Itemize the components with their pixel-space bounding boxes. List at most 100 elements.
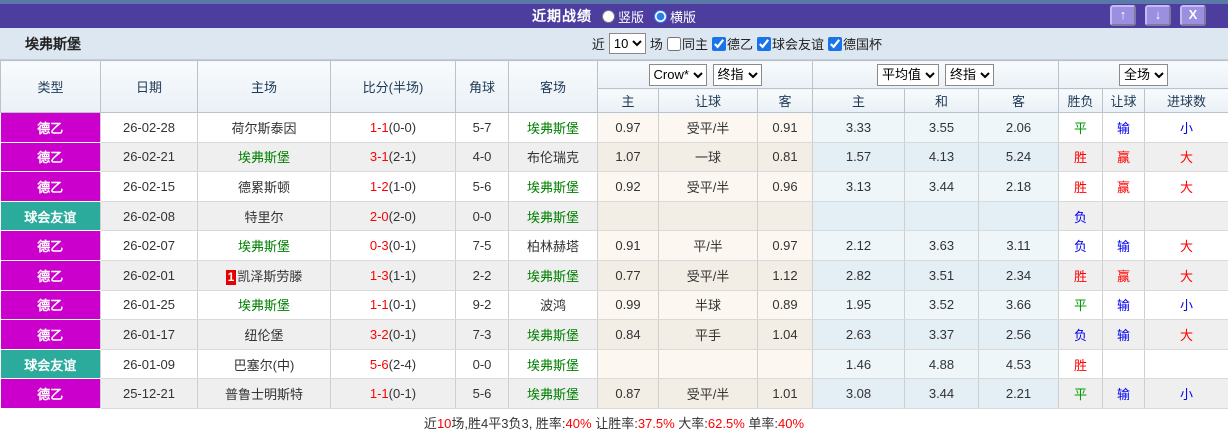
full-match-select[interactable]: 全场	[1119, 63, 1169, 86]
summary-value: 40%	[778, 415, 805, 431]
filter-league-checkbox[interactable]: 德乙	[711, 34, 753, 53]
crow-home-odds-cell	[597, 349, 659, 380]
away-team-name: 布伦瑞克	[526, 150, 579, 166]
summary-text: 单率:	[744, 415, 779, 431]
layout-vertical-label: 竖版	[617, 9, 644, 25]
away-team-cell: 埃弗斯堡	[508, 378, 598, 409]
home-team-name: 凯泽斯劳滕	[237, 268, 303, 284]
avg-home-odds-cell: 1.46	[812, 349, 905, 380]
date-cell: 26-02-21	[100, 142, 198, 173]
crow-home-odds-cell: 0.92	[597, 171, 659, 202]
move-up-button[interactable]: ↑	[1110, 5, 1136, 26]
layout-vertical-radio-input[interactable]	[601, 9, 615, 23]
match-type-badge: 德乙	[0, 142, 101, 173]
result-cell: 负	[1058, 319, 1104, 350]
result-cell: 负	[1058, 230, 1104, 261]
full-time-score: 3-1	[369, 149, 389, 165]
layout-horizontal-label: 横版	[670, 9, 697, 25]
match-type-badge: 德乙	[0, 260, 101, 291]
crow-handicap-cell: 受平/半	[658, 260, 758, 291]
match-count-select[interactable]: 10	[608, 33, 646, 54]
crow-away-odds-cell: 0.96	[757, 171, 813, 202]
crow-handicap-cell: 受平/半	[658, 171, 758, 202]
filter-same-home-checkbox[interactable]: 同主	[666, 34, 708, 53]
match-type-badge: 德乙	[0, 112, 101, 143]
full-time-score: 1-1	[369, 386, 389, 402]
filter-league-label: 德乙	[726, 37, 753, 52]
crow-handicap-cell	[658, 201, 758, 232]
layout-horizontal-radio[interactable]: 横版	[654, 7, 696, 26]
layout-vertical-radio[interactable]: 竖版	[601, 7, 644, 26]
layout-horizontal-radio-input[interactable]	[654, 9, 667, 23]
crow-away-odds-cell: 1.04	[757, 319, 813, 350]
summary-bar: 近10场,胜4平3负3, 胜率:40% 让胜率:37.5% 大率:62.5% 单…	[0, 408, 1228, 440]
date-cell: 25-12-21	[100, 378, 198, 409]
filter-cup-checkbox-input[interactable]	[827, 36, 842, 51]
home-team-cell: 巴塞尔(中)	[197, 349, 331, 380]
handicap-result-cell: 输	[1102, 290, 1146, 321]
final-odds-select-1[interactable]: 终指	[712, 63, 762, 86]
away-team-cell: 埃弗斯堡	[508, 260, 598, 291]
table-row: 德乙 26-01-25 埃弗斯堡 1-1(0-1) 9-2 波鸿 0.99 半球 0.89 1.9…	[0, 290, 1228, 321]
final-odds-select-2[interactable]: 终指	[945, 63, 994, 86]
avg-away-odds-cell: 2.34	[978, 260, 1060, 291]
away-team-cell: 柏林赫塔	[508, 230, 598, 261]
handicap-result-cell: 输	[1102, 230, 1146, 261]
match-type-badge: 德乙	[0, 378, 101, 409]
filter-same-home-label: 同主	[681, 37, 708, 52]
away-team-name: 埃弗斯堡	[526, 387, 579, 403]
score-cell: 1-1(0-1)	[330, 378, 456, 409]
avg-home-odds-cell: 1.57	[812, 142, 905, 173]
filter-cup-checkbox[interactable]: 德国杯	[827, 34, 882, 53]
average-odds-header: 平均值 终指	[811, 60, 1060, 89]
corner-cell: 7-3	[455, 319, 509, 350]
avg-draw-odds-cell: 3.37	[904, 319, 979, 350]
results-tbody: 德乙 26-02-28 荷尔斯泰因 1-1(0-0) 5-7 埃弗斯堡 0.97 受平/半 0.…	[0, 112, 1228, 409]
match-type-badge: 德乙	[0, 171, 101, 202]
summary-text: 场,胜4平3负3, 胜率:	[451, 415, 566, 431]
close-button[interactable]: X	[1180, 5, 1206, 26]
handicap-result-cell: 赢	[1102, 171, 1146, 202]
filter-same-home-checkbox-input[interactable]	[666, 36, 681, 51]
away-team-name: 埃弗斯堡	[526, 268, 579, 284]
avg-away-odds-cell: 5.24	[978, 142, 1060, 173]
handicap-result-cell	[1102, 201, 1146, 232]
goals-result-cell: 大	[1144, 230, 1228, 261]
full-time-score: 2-0	[369, 208, 389, 224]
rank-badge: 1	[225, 269, 237, 285]
crow-odds-select[interactable]: Crow*	[648, 63, 707, 86]
goals-result-cell: 小	[1144, 112, 1228, 143]
avg-draw-odds-cell: 3.44	[904, 378, 979, 409]
avg-away-odds-cell: 2.06	[978, 112, 1060, 143]
half-time-score: (1-1)	[388, 267, 417, 283]
full-time-score: 1-1	[369, 297, 389, 313]
match-type-badge: 球会友谊	[0, 201, 101, 232]
average-select[interactable]: 平均值	[877, 63, 939, 86]
corner-cell: 5-7	[455, 112, 509, 143]
crow-handicap-cell: 半球	[658, 290, 758, 321]
table-row: 球会友谊 26-02-08 特里尔 2-0(2-0) 0-0 埃弗斯堡负	[0, 201, 1228, 232]
table-row: 德乙 26-02-01 1 凯泽斯劳滕 1-3(1-1) 2-2 埃弗斯堡 0.77 受平/半 1…	[0, 260, 1228, 291]
move-down-button[interactable]: ↓	[1145, 5, 1171, 26]
filter-league-checkbox-input[interactable]	[711, 36, 726, 51]
date-cell: 26-01-09	[100, 349, 198, 380]
handicap-result-cell: 赢	[1102, 260, 1146, 291]
avg-draw-odds-cell: 3.51	[904, 260, 979, 291]
away-team-cell: 埃弗斯堡	[508, 171, 598, 202]
full-time-score: 1-2	[369, 178, 389, 194]
avg-home-odds-cell	[812, 201, 905, 232]
away-team-cell: 埃弗斯堡	[508, 201, 598, 232]
filter-friendly-checkbox[interactable]: 球会友谊	[756, 34, 824, 53]
home-team-cell: 埃弗斯堡	[197, 290, 331, 321]
result-cell: 负	[1058, 201, 1104, 232]
filter-friendly-checkbox-input[interactable]	[756, 36, 771, 51]
crow-away-odds-cell: 1.01	[757, 378, 813, 409]
goals-result-cell: 大	[1144, 171, 1228, 202]
away-team-name: 埃弗斯堡	[526, 357, 579, 373]
avg-home-odds-cell: 3.08	[812, 378, 905, 409]
result-cell: 胜	[1058, 349, 1104, 380]
score-cell: 1-3(1-1)	[330, 260, 456, 291]
crow-handicap-cell: 受平/半	[658, 378, 758, 409]
avg-home-odds-cell: 2.63	[812, 319, 905, 350]
sub-header-crow-home: 主	[597, 88, 659, 113]
